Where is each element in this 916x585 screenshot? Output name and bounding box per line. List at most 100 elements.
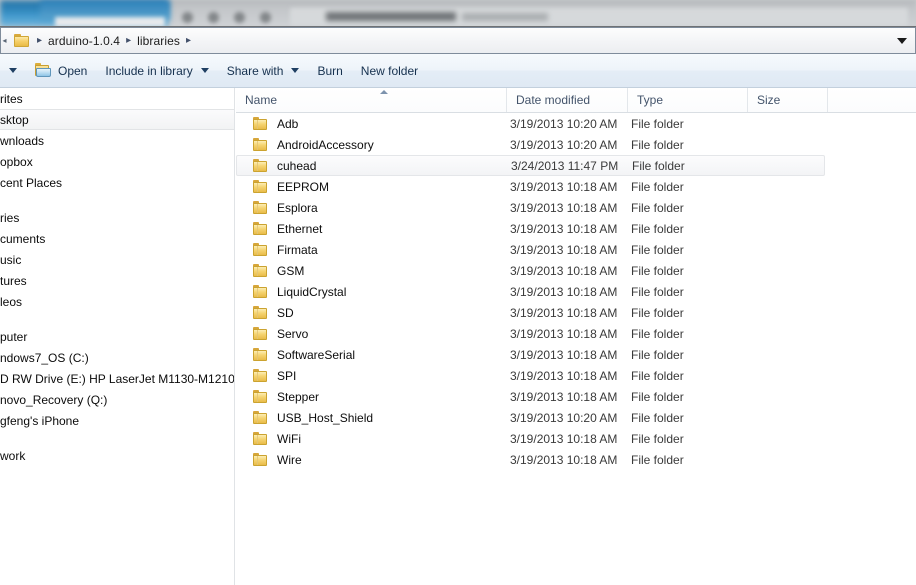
breadcrumb-item-libraries[interactable]: libraries xyxy=(137,34,180,48)
folder-icon xyxy=(253,158,269,173)
file-list[interactable]: Adb 3/19/2013 10:20 AM File folder AndroidA… xyxy=(236,113,916,585)
folder-icon xyxy=(253,326,269,341)
nav-section-header[interactable]: ries xyxy=(0,207,234,228)
column-header-name[interactable]: Name xyxy=(236,88,507,112)
sidebar-item[interactable]: novo_Recovery (Q:) xyxy=(0,389,234,410)
file-name: Wire xyxy=(277,452,302,467)
chevron-down-icon xyxy=(200,68,209,73)
file-type: File folder xyxy=(631,200,684,215)
file-date-modified: 3/19/2013 10:18 AM xyxy=(510,452,618,467)
sidebar-item[interactable]: sktop xyxy=(0,109,234,130)
file-type: File folder xyxy=(631,242,684,257)
column-header-label: Type xyxy=(637,93,664,107)
file-name: SD xyxy=(277,305,294,320)
share-with-button[interactable]: Share with xyxy=(218,59,309,83)
file-list-row[interactable]: SoftwareSerial 3/19/2013 10:18 AM File fol… xyxy=(236,344,916,365)
folder-icon xyxy=(253,200,269,215)
sidebar-item-label: leos xyxy=(0,294,23,309)
file-list-row[interactable]: Esplora 3/19/2013 10:18 AM File folder xyxy=(236,197,916,218)
file-list-row[interactable]: Adb 3/19/2013 10:20 AM File folder xyxy=(236,113,916,134)
navigation-pane[interactable]: rites sktop wnloads opbox cent Places ries cum… xyxy=(0,88,235,585)
sidebar-item[interactable]: ndows7_OS (C:) xyxy=(0,347,234,368)
file-list-row[interactable]: SPI 3/19/2013 10:18 AM File folder xyxy=(236,365,916,386)
share-with-label: Share with xyxy=(226,63,284,78)
folder-icon xyxy=(253,410,269,425)
file-date-modified: 3/19/2013 10:18 AM xyxy=(510,326,618,341)
sidebar-item[interactable]: gfeng's iPhone xyxy=(0,410,234,431)
file-type: File folder xyxy=(631,221,684,236)
background-url-subtext xyxy=(462,13,548,21)
file-list-row[interactable]: Stepper 3/19/2013 10:18 AM File folder xyxy=(236,386,916,407)
nav-section-header[interactable]: rites xyxy=(0,88,234,109)
file-name: AndroidAccessory xyxy=(277,137,374,152)
new-folder-button[interactable]: New folder xyxy=(352,59,427,83)
file-list-row[interactable]: LiquidCrystal 3/19/2013 10:18 AM File fold… xyxy=(236,281,916,302)
file-list-row[interactable]: cuhead 3/24/2013 11:47 PM File folder xyxy=(236,155,825,176)
breadcrumb-separator-2[interactable]: ▸ xyxy=(180,35,197,46)
file-list-row[interactable]: GSM 3/19/2013 10:18 AM File folder xyxy=(236,260,916,281)
folder-icon xyxy=(253,305,269,320)
burn-button[interactable]: Burn xyxy=(308,59,351,83)
nav-section-header[interactable]: work xyxy=(0,445,234,466)
file-date-modified: 3/19/2013 10:18 AM xyxy=(510,200,618,215)
file-type: File folder xyxy=(631,368,684,383)
breadcrumb-separator-root[interactable]: ▸ xyxy=(31,35,48,46)
address-bar[interactable]: ◂ ▸ arduino-1.0.4 ▸ libraries ▸ xyxy=(0,27,916,54)
file-date-modified: 3/19/2013 10:18 AM xyxy=(510,263,618,278)
sidebar-item[interactable]: wnloads xyxy=(0,130,234,151)
sidebar-item[interactable]: D RW Drive (E:) HP LaserJet M1130-M1210 … xyxy=(0,368,234,389)
file-list-row[interactable]: USB_Host_Shield 3/19/2013 10:20 AM File fo… xyxy=(236,407,916,428)
file-name: EEPROM xyxy=(277,179,330,194)
folder-icon xyxy=(253,347,269,362)
file-date-modified: 3/19/2013 10:20 AM xyxy=(510,116,618,131)
column-header-size[interactable]: Size xyxy=(748,88,828,112)
folder-icon xyxy=(253,137,269,152)
file-name: Ethernet xyxy=(277,221,323,236)
column-header-date[interactable]: Date modified xyxy=(507,88,628,112)
file-list-row[interactable]: AndroidAccessory 3/19/2013 10:20 AM File f… xyxy=(236,134,916,155)
file-list-row[interactable]: Ethernet 3/19/2013 10:18 AM File folder xyxy=(236,218,916,239)
sidebar-item[interactable]: opbox xyxy=(0,151,234,172)
file-list-row[interactable]: Wire 3/19/2013 10:18 AM File folder xyxy=(236,449,916,470)
column-header-type[interactable]: Type xyxy=(628,88,748,112)
file-list-row[interactable]: Servo 3/19/2013 10:18 AM File folder xyxy=(236,323,916,344)
nav-section-header[interactable]: puter xyxy=(0,326,234,347)
sidebar-item[interactable]: cent Places xyxy=(0,172,234,193)
breadcrumb-overflow-icon[interactable]: ◂ xyxy=(0,28,9,53)
file-list-row[interactable]: Firmata 3/19/2013 10:18 AM File folder xyxy=(236,239,916,260)
file-list-column-headers: Name Date modified Type Size xyxy=(236,88,916,113)
file-type: File folder xyxy=(631,431,684,446)
sidebar-item[interactable]: leos xyxy=(0,291,234,312)
breadcrumb-separator-1[interactable]: ▸ xyxy=(120,35,137,46)
file-date-modified: 3/19/2013 10:18 AM xyxy=(510,242,618,257)
sidebar-item[interactable]: cuments xyxy=(0,228,234,249)
include-in-library-button[interactable]: Include in library xyxy=(96,59,217,83)
breadcrumb-item-arduino[interactable]: arduino-1.0.4 xyxy=(48,34,120,48)
open-button-label: Open xyxy=(58,63,88,78)
sidebar-item-label: puter xyxy=(0,329,28,344)
file-list-row[interactable]: SD 3/19/2013 10:18 AM File folder xyxy=(236,302,916,323)
folder-icon xyxy=(253,242,269,257)
folder-icon xyxy=(253,221,269,236)
nav-section-gap xyxy=(0,431,234,445)
file-date-modified: 3/24/2013 11:47 PM xyxy=(511,158,619,173)
file-list-row[interactable]: WiFi 3/19/2013 10:18 AM File folder xyxy=(236,428,916,449)
file-date-modified: 3/19/2013 10:20 AM xyxy=(510,137,618,152)
open-button[interactable]: Open xyxy=(26,59,96,83)
chevron-down-icon[interactable] xyxy=(897,37,907,44)
folder-icon xyxy=(253,431,269,446)
column-header-label: Name xyxy=(245,93,278,107)
sidebar-item[interactable]: usic xyxy=(0,249,234,270)
folder-icon xyxy=(253,389,269,404)
file-date-modified: 3/19/2013 10:18 AM xyxy=(510,305,618,320)
sidebar-item-label: opbox xyxy=(0,154,33,169)
file-name: GSM xyxy=(277,263,305,278)
column-header-label: Date modified xyxy=(516,93,591,107)
sidebar-item-label: ries xyxy=(0,210,20,225)
sidebar-item[interactable]: tures xyxy=(0,270,234,291)
toolbar-overflow-button[interactable] xyxy=(0,54,26,87)
file-list-row[interactable]: EEPROM 3/19/2013 10:18 AM File folder xyxy=(236,176,916,197)
file-type: File folder xyxy=(631,179,684,194)
sidebar-item-label: cuments xyxy=(0,231,46,246)
file-date-modified: 3/19/2013 10:18 AM xyxy=(510,368,618,383)
